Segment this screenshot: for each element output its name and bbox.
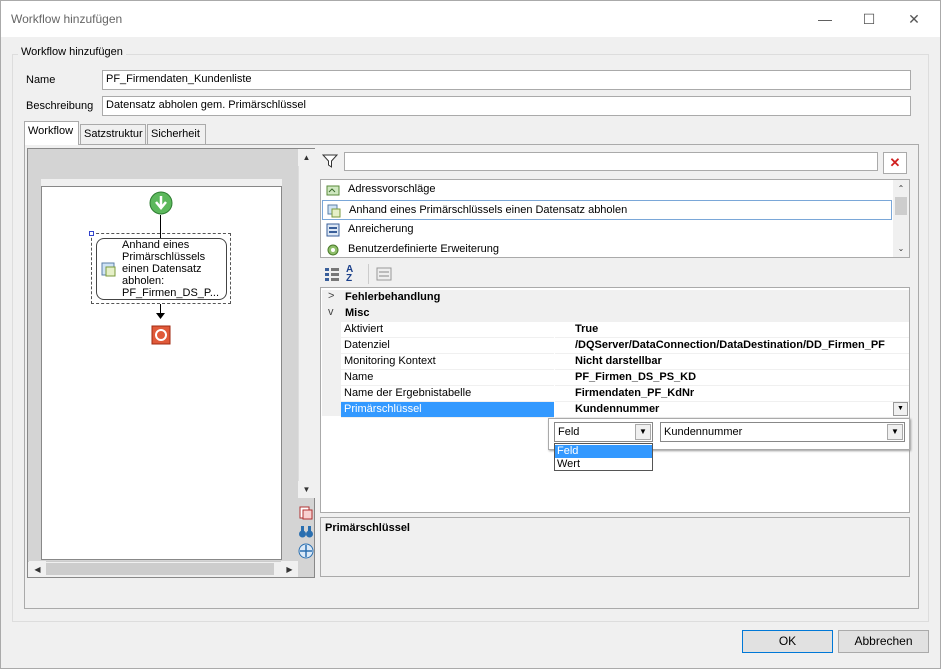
minimize-button[interactable]: — (802, 6, 848, 32)
property-value[interactable]: Kundennummer (555, 402, 909, 418)
maximize-button[interactable]: ☐ (846, 6, 892, 32)
property-row-datenziel[interactable]: Datenziel /DQServer/DataConnection/DataD… (341, 338, 909, 354)
description-field[interactable]: Datensatz abholen gem. Primärschlüssel (102, 96, 911, 116)
property-grid: > Fehlerbehandlung v Misc Aktiviert True… (320, 287, 910, 513)
record-fetch-icon (327, 204, 341, 218)
scroll-up-button[interactable]: ▲ (298, 149, 315, 166)
field-select[interactable]: Kundennummer ▼ (660, 422, 905, 442)
property-value[interactable]: PF_Firmen_DS_PS_KD (555, 370, 909, 386)
selection-handle[interactable] (89, 231, 94, 236)
name-label: Name (26, 74, 56, 86)
arrow-down-icon (156, 313, 165, 319)
title-bar: Workflow hinzufügen — ☐ ✕ (1, 1, 940, 37)
property-row-primaerschluessel[interactable]: Primärschlüssel Kundennummer (341, 402, 909, 418)
find-binoculars-icon[interactable] (298, 524, 314, 540)
category-fehlerbehandlung[interactable]: > Fehlerbehandlung (322, 290, 909, 306)
type-select-value: Feld (558, 426, 580, 438)
navigate-icon[interactable] (298, 543, 314, 559)
property-name: Aktiviert (341, 322, 554, 338)
type-dropdown-list: Feld Wert (554, 443, 653, 471)
activity-filter-input[interactable] (344, 152, 878, 171)
filter-icon (322, 154, 338, 168)
property-name: Datenziel (341, 338, 554, 354)
property-pages-icon[interactable] (376, 266, 392, 282)
horizontal-scroll-thumb[interactable] (46, 563, 274, 575)
list-scroll-up-button[interactable]: ⌃ (893, 180, 909, 197)
clear-filter-icon[interactable]: ✕ (883, 152, 907, 174)
ok-button[interactable]: OK (742, 630, 833, 653)
field-select-value: Kundennummer (664, 426, 743, 438)
list-item[interactable]: Adressvorschläge (322, 180, 892, 200)
property-value[interactable]: Firmendaten_PF_KdNr (555, 386, 909, 402)
start-node-icon[interactable] (149, 191, 173, 215)
chevron-down-icon[interactable]: ▼ (887, 424, 903, 440)
close-button[interactable]: ✕ (891, 6, 937, 32)
activity-label: Anhand eines Primärschlüssels einen Date… (349, 204, 628, 216)
name-field[interactable]: PF_Firmendaten_Kundenliste (102, 70, 911, 90)
type-select[interactable]: Feld ▼ (554, 422, 653, 442)
alphabetical-sort-icon[interactable]: AZ (346, 265, 364, 284)
record-fetch-icon (101, 262, 116, 277)
property-description-panel: Primärschlüssel (320, 517, 910, 577)
property-value[interactable]: True (555, 322, 909, 338)
property-value[interactable]: Nicht darstellbar (555, 354, 909, 370)
enrichment-icon (326, 223, 340, 237)
list-scroll-thumb[interactable] (895, 197, 907, 215)
category-label: Fehlerbehandlung (345, 291, 441, 303)
property-row-monitoring-kontext[interactable]: Monitoring Kontext Nicht darstellbar (341, 354, 909, 370)
property-row-aktiviert[interactable]: Aktiviert True (341, 322, 909, 338)
end-node-icon[interactable] (151, 325, 171, 345)
copy-icon[interactable] (298, 505, 314, 521)
node-label: Anhand eines Primärschlüssels einen Date… (122, 239, 220, 299)
description-label: Beschreibung (26, 100, 94, 112)
window-title: Workflow hinzufügen (11, 12, 123, 26)
scroll-left-button[interactable]: ◀ (29, 561, 46, 577)
property-name: Name der Ergebnistabelle (341, 386, 554, 402)
groupbox-label: Workflow hinzufügen (18, 46, 126, 58)
scroll-right-button[interactable]: ▶ (281, 561, 298, 577)
chevron-down-icon[interactable]: ▼ (635, 424, 651, 440)
expand-chevron-icon[interactable]: > (328, 290, 334, 302)
category-label: Misc (345, 307, 370, 319)
list-item[interactable]: Anreicherung (322, 220, 892, 240)
collapse-chevron-icon[interactable]: v (328, 306, 334, 318)
list-scroll-down-button[interactable]: ⌄ (893, 240, 909, 257)
property-name: Primärschlüssel (341, 402, 554, 418)
canvas-vertical-scrollbar[interactable] (298, 149, 315, 498)
property-value[interactable]: /DQServer/DataConnection/DataDestination… (555, 338, 909, 354)
scroll-down-button[interactable]: ▼ (298, 481, 315, 498)
property-toolbar: AZ (320, 262, 910, 286)
tab-workflow[interactable]: Workflow (24, 121, 79, 145)
address-suggestion-icon (326, 185, 340, 196)
canvas-header-strip (41, 179, 282, 187)
activity-label: Adressvorschläge (348, 183, 436, 195)
activity-label: Anreicherung (348, 223, 414, 235)
activity-label: Benutzerdefinierte Erweiterung (348, 243, 500, 255)
tab-satzstruktur[interactable]: Satzstruktur (80, 124, 146, 144)
category-misc[interactable]: v Misc (322, 306, 909, 322)
dropdown-option-wert[interactable]: Wert (555, 458, 652, 471)
categorized-view-icon[interactable] (324, 266, 340, 282)
tab-sicherheit[interactable]: Sicherheit (147, 124, 206, 144)
activity-list: Adressvorschläge Anhand eines Primärschl… (320, 179, 910, 258)
list-item[interactable]: Anhand eines Primärschlüssels einen Date… (322, 200, 892, 220)
property-description-title: Primärschlüssel (325, 522, 410, 534)
custom-extension-icon (327, 244, 339, 256)
dropdown-option-feld[interactable]: Feld (555, 445, 652, 458)
cancel-button[interactable]: Abbrechen (838, 630, 929, 653)
property-row-ergebnistabelle[interactable]: Name der Ergebnistabelle Firmendaten_PF_… (341, 386, 909, 402)
workflow-activity-node[interactable]: Anhand eines Primärschlüssels einen Date… (96, 238, 227, 300)
property-name: Name (341, 370, 554, 386)
dropdown-editor-button[interactable]: ▼ (893, 402, 908, 416)
list-item[interactable]: Benutzerdefinierte Erweiterung (322, 240, 892, 260)
property-row-name[interactable]: Name PF_Firmen_DS_PS_KD (341, 370, 909, 386)
property-name: Monitoring Kontext (341, 354, 554, 370)
toolbar-divider (368, 264, 369, 284)
